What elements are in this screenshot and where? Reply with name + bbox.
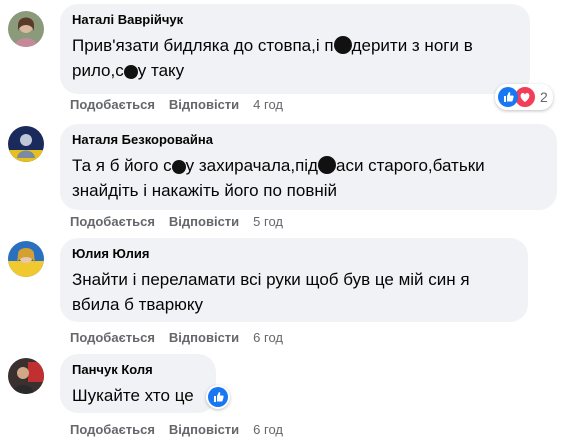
reaction-summary[interactable]: 2 [495, 84, 553, 110]
censor-blot [317, 156, 336, 174]
like-icon [498, 87, 518, 107]
avatar[interactable] [8, 358, 44, 394]
comment-bubble: Панчук Коля Шукайте хто це [60, 354, 216, 413]
comment-actions: Подобається Відповісти 5 год [70, 214, 283, 230]
comment-bubble: Наталі Ваврійчук Прив'язати бидляка до с… [60, 4, 530, 94]
comment-actions: Подобається Відповісти 4 год [70, 97, 283, 113]
avatar[interactable] [8, 126, 44, 162]
comment-text: Знайти і переламати всі руки щоб був це … [72, 270, 470, 314]
censor-blot [333, 36, 352, 54]
like-button[interactable]: Подобається [70, 97, 155, 113]
comment-timestamp[interactable]: 5 год [253, 214, 283, 230]
like-icon [208, 387, 228, 407]
comment-text: Прив'язати бидляка до стовпа,і п дерити з… [72, 33, 518, 83]
like-button[interactable]: Подобається [70, 422, 155, 438]
text-part: у таку [137, 61, 185, 80]
comment-text: Шукайте хто це [72, 386, 194, 405]
like-button[interactable]: Подобається [70, 330, 155, 346]
like-button[interactable]: Подобається [70, 214, 155, 230]
text-part: Прив'язати бидляка до стовпа,і п [72, 36, 334, 55]
comment-text: Та я б його су захирачала,під аси старого… [72, 153, 545, 203]
avatar[interactable] [8, 241, 44, 277]
comment-timestamp[interactable]: 4 год [253, 97, 283, 113]
comment-actions: Подобається Відповісти 6 год [70, 330, 283, 346]
comment-author[interactable]: Наталі Ваврійчук [72, 11, 518, 29]
comment-timestamp[interactable]: 6 год [253, 422, 283, 438]
comment-author[interactable]: Юлия Юлия [72, 245, 516, 263]
comment-timestamp[interactable]: 6 год [253, 330, 283, 346]
reply-button[interactable]: Відповісти [169, 97, 239, 113]
avatar[interactable] [8, 11, 44, 47]
reaction-count: 2 [540, 89, 548, 105]
comment-actions: Подобається Відповісти 6 год [70, 422, 283, 438]
comment-bubble: Юлия Юлия Знайти і переламати всі руки щ… [60, 238, 528, 322]
censor-blot [123, 65, 138, 79]
reply-button[interactable]: Відповісти [169, 330, 239, 346]
comment-bubble: Наталя Безкоровайна Та я б його с у захир… [60, 124, 557, 210]
reply-button[interactable]: Відповісти [169, 214, 239, 230]
reply-button[interactable]: Відповісти [169, 422, 239, 438]
censor-blot [171, 160, 186, 174]
comment-author[interactable]: Наталя Безкоровайна [72, 131, 545, 149]
text-part: у захирачала,під [185, 156, 318, 175]
comment-author[interactable]: Панчук Коля [72, 361, 204, 379]
text-part: Та я б його с [72, 156, 172, 175]
reaction-summary[interactable] [206, 385, 230, 409]
